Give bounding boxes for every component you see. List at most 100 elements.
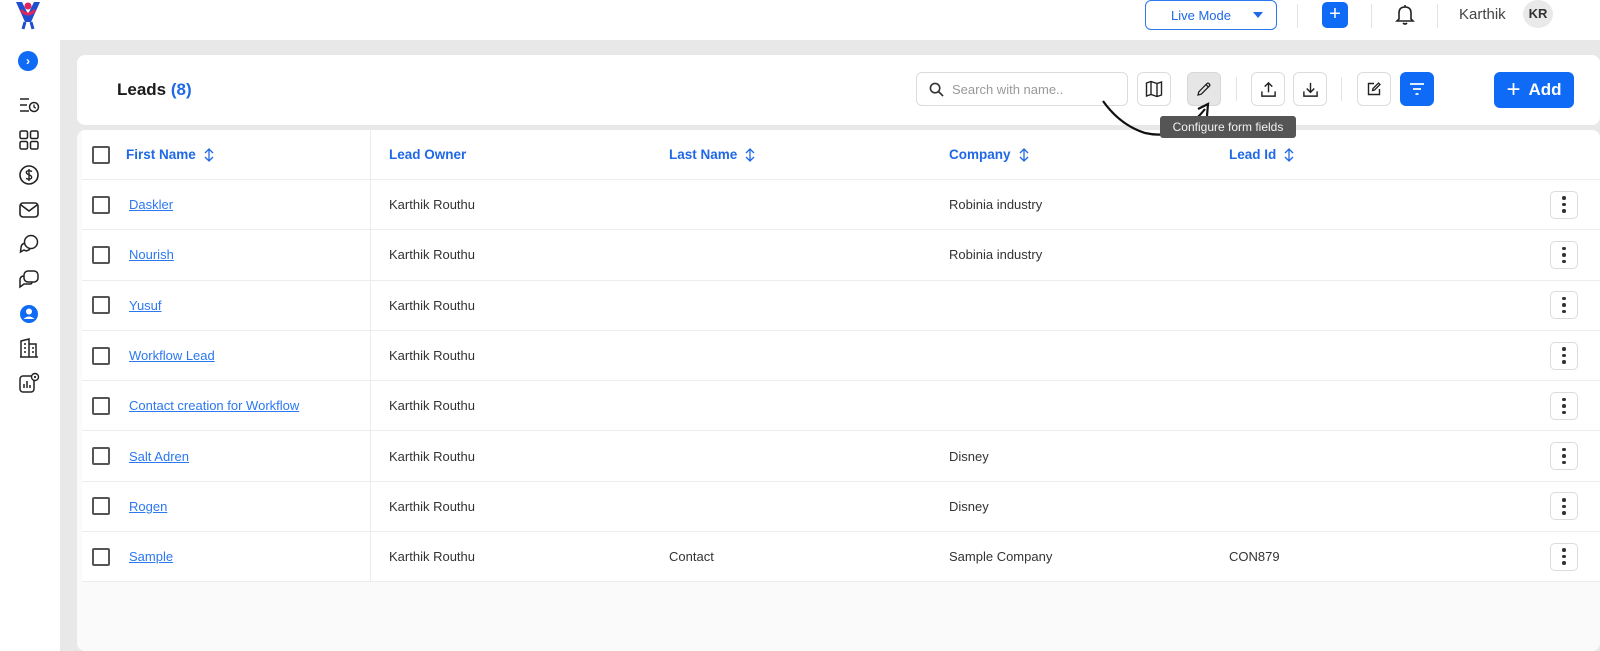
- leads-table-card: First Name Lead Owner Last Name Company …: [77, 130, 1600, 651]
- dashboard-grid-icon[interactable]: [18, 129, 40, 151]
- dollar-icon[interactable]: [18, 164, 40, 186]
- row-checkbox[interactable]: [92, 547, 110, 566]
- more-options-button[interactable]: [1550, 391, 1578, 420]
- lead-owner-cell: Karthik Routhu: [389, 348, 475, 364]
- row-checkbox[interactable]: [92, 396, 110, 415]
- download-button[interactable]: [1293, 72, 1327, 106]
- row-checkbox[interactable]: [92, 497, 110, 516]
- table-row: Rogen Karthik Routhu Disney: [82, 481, 1600, 533]
- sort-first-name[interactable]: First Name: [126, 147, 215, 162]
- reports-settings-icon[interactable]: [18, 372, 40, 394]
- search-input[interactable]: [952, 81, 1122, 97]
- more-options-button[interactable]: [1550, 291, 1578, 320]
- select-all-checkbox[interactable]: [92, 145, 110, 164]
- sort-lead-id[interactable]: Lead Id: [1229, 147, 1295, 162]
- search-box[interactable]: [916, 72, 1128, 106]
- divider: [1437, 4, 1438, 28]
- header-last-name: Last Name: [669, 130, 949, 179]
- lead-name-link[interactable]: Nourish: [129, 247, 174, 262]
- user-circle-icon[interactable]: [18, 303, 40, 325]
- header-lead-owner: Lead Owner: [389, 130, 669, 179]
- lead-id-cell: CON879: [1229, 549, 1280, 565]
- row-checkbox[interactable]: [92, 195, 110, 214]
- sort-company[interactable]: Company: [949, 147, 1030, 162]
- divider: [1297, 4, 1298, 28]
- activity-list-icon[interactable]: [18, 94, 40, 116]
- leads-table: First Name Lead Owner Last Name Company …: [82, 130, 1600, 583]
- divider: [1236, 77, 1237, 101]
- row-actions-cell: [1549, 532, 1579, 581]
- row-checkbox[interactable]: [92, 296, 110, 315]
- plus-icon: +: [1506, 76, 1521, 103]
- first-name-cell: Yusuf: [82, 280, 371, 330]
- more-options-button[interactable]: [1550, 341, 1578, 370]
- column-label: First Name: [126, 147, 196, 162]
- lead-name-link[interactable]: Yusuf: [129, 298, 162, 313]
- more-options-button[interactable]: [1550, 190, 1578, 219]
- divider: [1371, 4, 1372, 28]
- more-options-button[interactable]: [1550, 240, 1578, 269]
- filter-button[interactable]: [1400, 72, 1434, 106]
- divider: [1341, 77, 1342, 101]
- building-icon[interactable]: [18, 337, 40, 359]
- lead-name-link[interactable]: Daskler: [129, 197, 173, 212]
- sort-icon: [1019, 147, 1028, 162]
- last-name-cell: [669, 482, 949, 531]
- row-actions-cell: [1549, 230, 1579, 279]
- company-cell: Robinia industry: [949, 247, 1043, 263]
- lead-name-link[interactable]: Salt Adren: [129, 449, 189, 464]
- lead-owner-cell: Karthik Routhu: [389, 398, 475, 414]
- sort-icon: [1284, 147, 1294, 162]
- company-cell: Robinia industry: [949, 197, 1043, 213]
- download-icon: [1302, 82, 1318, 97]
- lead-owner-cell: Karthik Routhu: [389, 197, 475, 213]
- sort-icon: [204, 147, 214, 162]
- expand-icon[interactable]: ›: [18, 51, 38, 71]
- first-name-cell: Nourish: [82, 230, 371, 280]
- avatar[interactable]: KR: [1523, 0, 1553, 28]
- live-mode-dropdown[interactable]: Live Mode: [1145, 0, 1277, 30]
- last-name-cell: [669, 331, 949, 380]
- lead-id-cell: [1229, 281, 1509, 330]
- quick-add-button[interactable]: +: [1322, 2, 1348, 28]
- table-header-row: First Name Lead Owner Last Name Company …: [82, 130, 1600, 180]
- lead-name-link[interactable]: Sample: [129, 549, 173, 564]
- logo-icon[interactable]: [13, 0, 43, 30]
- edit-view-button[interactable]: [1357, 72, 1391, 106]
- filter-icon: [1410, 83, 1424, 95]
- last-name-cell: [669, 381, 949, 430]
- first-name-cell: Contact creation for Workflow: [82, 381, 371, 431]
- configure-form-fields-tooltip: Configure form fields: [1160, 116, 1296, 138]
- lead-id-cell: [1229, 180, 1509, 229]
- table-row: Contact creation for Workflow Karthik Ro…: [82, 381, 1600, 432]
- upload-icon: [1260, 81, 1276, 97]
- first-name-cell: Workflow Lead: [82, 330, 371, 381]
- company-cell: Disney: [949, 448, 989, 464]
- bell-icon[interactable]: [1393, 2, 1417, 26]
- row-checkbox[interactable]: [92, 346, 110, 365]
- company-cell: Disney: [949, 498, 989, 514]
- table-row: Nourish Karthik Routhu Robinia industry: [82, 230, 1600, 281]
- lead-name-link[interactable]: Contact creation for Workflow: [129, 398, 299, 413]
- lead-id-cell: [1229, 230, 1509, 279]
- add-lead-button[interactable]: + Add: [1494, 72, 1574, 108]
- lead-name-link[interactable]: Rogen: [129, 499, 167, 514]
- more-options-button[interactable]: [1550, 442, 1578, 471]
- search-icon: [929, 82, 944, 97]
- user-name[interactable]: Karthik: [1459, 6, 1506, 23]
- lead-name-link[interactable]: Workflow Lead: [129, 348, 215, 363]
- row-checkbox[interactable]: [92, 245, 110, 264]
- mail-icon[interactable]: [18, 199, 40, 221]
- chat-bubbles-icon[interactable]: [18, 233, 40, 255]
- upload-button[interactable]: [1251, 72, 1285, 106]
- add-lead-label: Add: [1528, 80, 1562, 99]
- lead-owner-cell: Karthik Routhu: [389, 498, 475, 514]
- sort-last-name[interactable]: Last Name: [669, 147, 756, 162]
- conversations-icon[interactable]: [18, 268, 40, 290]
- row-actions-cell: [1549, 281, 1579, 330]
- more-options-button[interactable]: [1550, 542, 1578, 571]
- lead-id-cell: [1229, 482, 1509, 531]
- more-options-button[interactable]: [1550, 492, 1578, 521]
- page-title: Leads (8): [117, 80, 192, 100]
- row-checkbox[interactable]: [92, 447, 110, 466]
